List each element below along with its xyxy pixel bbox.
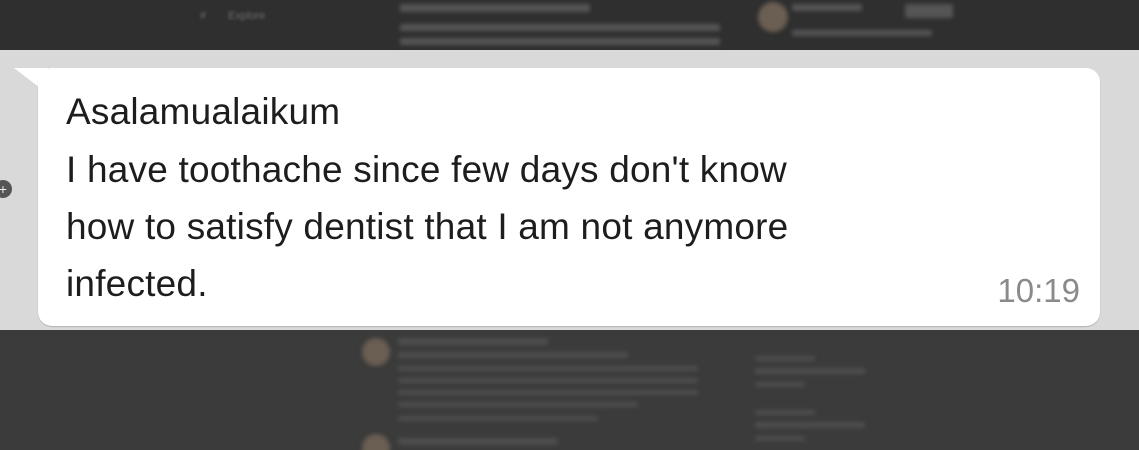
message-text-line: Asalamualaikum	[66, 91, 341, 132]
message-bubble[interactable]: Asalamualaikum I have toothache since fe…	[38, 68, 1100, 326]
chat-area: + Asalamualaikum I have toothache since …	[0, 50, 1139, 330]
blurred-text-block	[755, 368, 865, 374]
blurred-text-block	[792, 30, 932, 36]
blurred-action-bar	[398, 416, 598, 421]
blurred-text-block	[398, 352, 628, 358]
blurred-avatar	[362, 434, 390, 450]
blurred-text-block	[398, 402, 638, 407]
blurred-avatar	[758, 2, 788, 32]
hashtag-icon: #	[200, 10, 207, 22]
blurred-text-block	[755, 382, 805, 387]
blurred-text-block	[398, 390, 698, 395]
blurred-text-block	[755, 422, 865, 428]
blurred-text-block	[398, 366, 698, 371]
blurred-text-block	[398, 338, 548, 345]
blurred-text-block	[400, 4, 590, 12]
blurred-text-block	[398, 438, 558, 445]
explore-nav-label: Explore	[228, 10, 266, 22]
blurred-text-block	[398, 378, 698, 383]
message-text-line: how to satisfy dentist that I am not any…	[66, 206, 789, 247]
blurred-text-block	[400, 38, 720, 45]
blurred-text-block	[792, 4, 862, 11]
message-text-line: infected.	[66, 263, 208, 304]
background-page-top: # Explore	[0, 0, 1139, 50]
blurred-text-block	[755, 436, 805, 441]
background-page-bottom	[0, 330, 1139, 450]
blurred-button	[905, 4, 953, 18]
plus-icon[interactable]: +	[0, 180, 12, 198]
message-timestamp: 10:19	[997, 272, 1080, 309]
blurred-text-block	[400, 24, 720, 31]
blurred-avatar	[362, 338, 390, 366]
blurred-text-block	[755, 356, 815, 361]
blurred-text-block	[755, 410, 815, 415]
message-text-line: I have toothache since few days don't kn…	[66, 149, 787, 190]
